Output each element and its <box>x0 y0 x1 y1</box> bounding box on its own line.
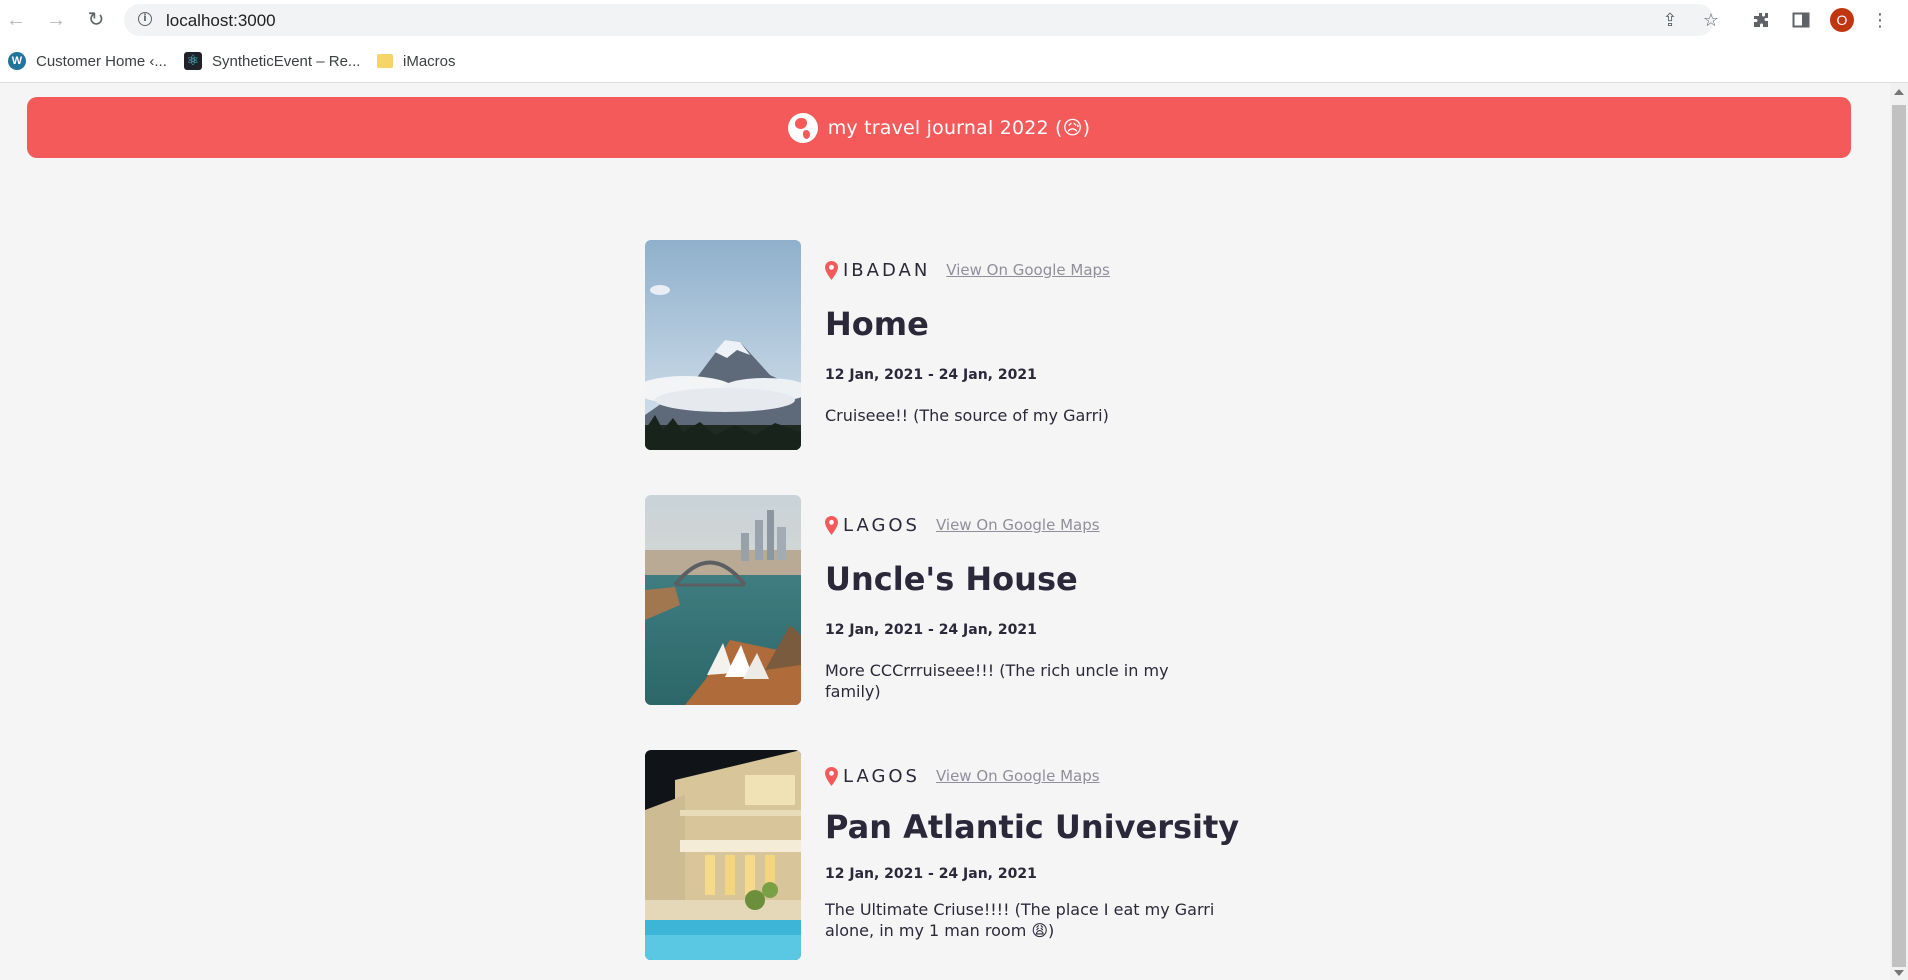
address-bar[interactable]: i localhost:3000 ⇪ ☆ <box>124 4 1719 36</box>
journal-entry: LAGOS View On Google Maps Pan Atlantic U… <box>645 750 1345 960</box>
location-row: IBADAN View On Google Maps <box>825 258 1110 282</box>
reload-icon[interactable]: ↻ <box>84 8 108 32</box>
location-pin-icon <box>825 260 838 280</box>
back-arrow-icon[interactable]: ← <box>4 8 28 32</box>
entry-title: Home <box>825 305 929 343</box>
globe-icon <box>787 112 818 143</box>
more-menu-icon[interactable]: ⋮ <box>1868 8 1892 32</box>
scroll-up-arrow-icon[interactable] <box>1894 89 1904 95</box>
entry-photo-university <box>645 750 801 960</box>
entry-description: The Ultimate Criuse!!!! (The place I eat… <box>825 900 1215 940</box>
bookmark-label: SyntheticEvent – Re... <box>212 52 361 70</box>
profile-avatar[interactable]: O <box>1830 8 1854 32</box>
react-icon <box>184 51 202 70</box>
entry-description: More CCCrrruiseee!!! (The rich uncle in … <box>825 661 1169 701</box>
location-name: IBADAN <box>843 259 931 281</box>
entry-photo-mountain <box>645 240 801 450</box>
url-text[interactable]: localhost:3000 <box>166 11 276 31</box>
entry-photo-harbour <box>645 495 801 705</box>
folder-icon <box>377 54 393 68</box>
share-icon[interactable]: ⇪ <box>1659 10 1681 30</box>
journal-entry: LAGOS View On Google Maps Uncle's House … <box>645 495 1345 705</box>
forward-arrow-icon[interactable]: → <box>44 8 68 32</box>
journal-entry: IBADAN View On Google Maps Home 12 Jan, … <box>645 240 1345 450</box>
location-row: LAGOS View On Google Maps <box>825 764 1100 788</box>
entry-dates: 12 Jan, 2021 - 24 Jan, 2021 <box>825 367 1037 383</box>
extensions-puzzle-icon[interactable] <box>1749 8 1773 32</box>
bookmark-customer-home[interactable]: Customer Home ‹... <box>8 51 167 71</box>
google-maps-link[interactable]: View On Google Maps <box>936 516 1100 534</box>
bookmark-star-icon[interactable]: ☆ <box>1700 10 1722 30</box>
header-title: my travel journal 2022 (😥) <box>827 116 1091 139</box>
entry-title: Pan Atlantic University <box>825 808 1240 846</box>
location-pin-icon <box>825 515 838 535</box>
entry-dates: 12 Jan, 2021 - 24 Jan, 2021 <box>825 622 1037 638</box>
bookmark-syntheticevent[interactable]: SyntheticEvent – Re... <box>184 51 360 71</box>
bookmark-label: Customer Home ‹... <box>36 52 167 70</box>
site-info-icon[interactable]: i <box>138 12 152 26</box>
entry-dates: 12 Jan, 2021 - 24 Jan, 2021 <box>825 866 1037 882</box>
entry-description: Cruiseee!! (The source of my Garri) <box>825 406 1109 425</box>
browser-toolbar: ← → ↻ i localhost:3000 ⇪ ☆ O ⋮ <box>0 0 1908 40</box>
page-scrollbar[interactable] <box>1890 83 1908 980</box>
bookmark-label: iMacros <box>403 52 456 70</box>
side-panel-icon[interactable] <box>1789 8 1813 32</box>
location-pin-icon <box>825 766 838 786</box>
scroll-down-arrow-icon[interactable] <box>1894 970 1904 976</box>
location-row: LAGOS View On Google Maps <box>825 513 1100 537</box>
entry-title: Uncle's House <box>825 560 1078 598</box>
location-name: LAGOS <box>843 514 920 536</box>
journal-header: my travel journal 2022 (😥) <box>27 97 1851 158</box>
bookmark-imacros[interactable]: iMacros <box>377 51 456 71</box>
google-maps-link[interactable]: View On Google Maps <box>936 767 1100 785</box>
google-maps-link[interactable]: View On Google Maps <box>946 261 1110 279</box>
bookmarks-bar: Customer Home ‹... SyntheticEvent – Re..… <box>0 40 1908 83</box>
location-name: LAGOS <box>843 765 920 787</box>
scroll-thumb[interactable] <box>1892 105 1906 967</box>
wordpress-icon <box>8 52 26 70</box>
